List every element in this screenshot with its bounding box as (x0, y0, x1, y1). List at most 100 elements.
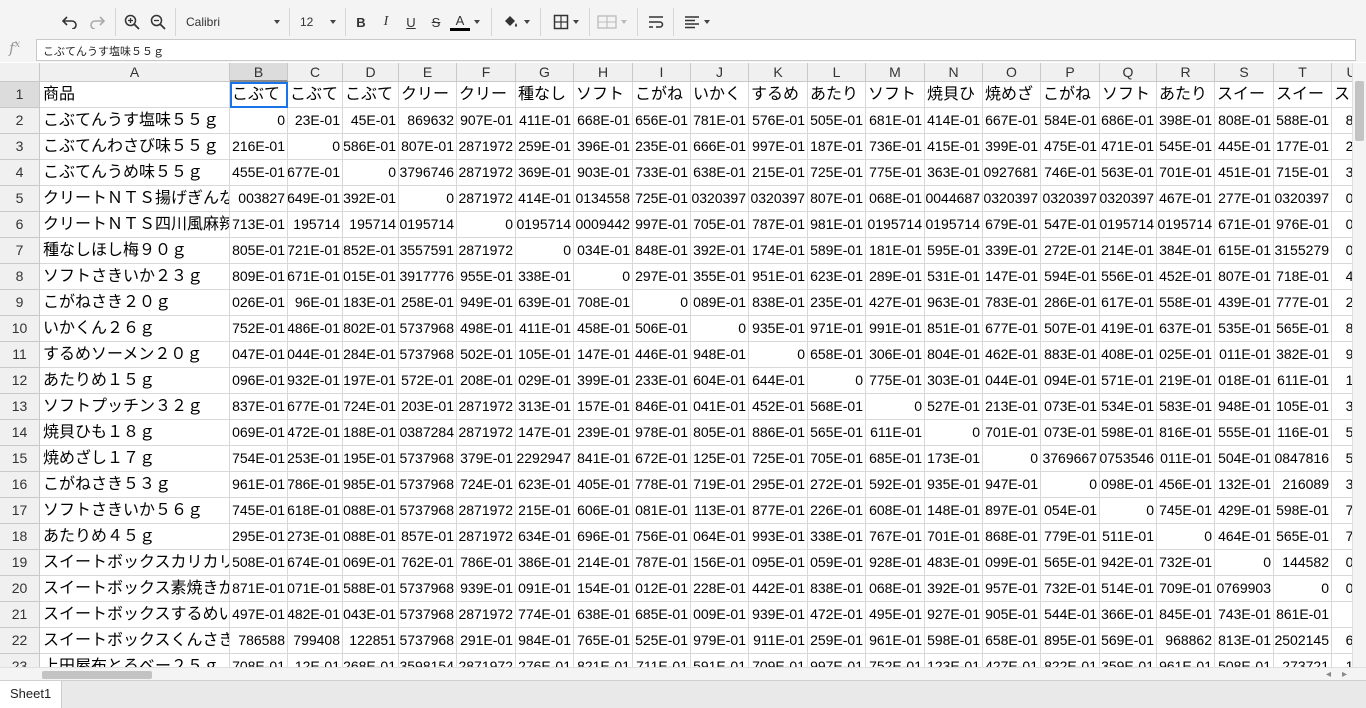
cell[interactable]: 195714 (343, 212, 399, 238)
cell[interactable]: 674E-01 (288, 550, 343, 576)
cell[interactable]: 799408 (288, 628, 343, 654)
cell[interactable]: 195714 (288, 212, 343, 238)
cell[interactable]: 411E-01 (516, 108, 574, 134)
cell[interactable] (1332, 602, 1352, 628)
cell[interactable]: クリー (457, 82, 516, 108)
cell[interactable]: 003827 (230, 186, 288, 212)
cell[interactable]: 113E-01 (691, 498, 749, 524)
cell[interactable]: 195E-01 (343, 446, 399, 472)
row-header[interactable]: 3 (0, 134, 40, 160)
zoom-in-icon[interactable] (120, 10, 144, 34)
cell[interactable]: 886E-01 (749, 420, 808, 446)
cell[interactable]: 583E-01 (1157, 394, 1215, 420)
cell[interactable]: スイー (1274, 82, 1332, 108)
cell[interactable]: いかく (691, 82, 749, 108)
cell[interactable]: 019 (1332, 212, 1352, 238)
cell[interactable]: 756 (1332, 498, 1352, 524)
cell[interactable]: 295E-01 (749, 472, 808, 498)
cell[interactable]: 671E-01 (1215, 212, 1274, 238)
cell[interactable]: 116E-01 (1274, 420, 1332, 446)
column-header[interactable]: P (1041, 63, 1100, 82)
cell[interactable]: 482E-01 (288, 602, 343, 628)
cell[interactable]: 527E-01 (925, 394, 983, 420)
cell[interactable]: 594E-01 (1041, 264, 1100, 290)
cell[interactable]: 976E-01 (1274, 212, 1332, 238)
cell[interactable]: 0320397 (1041, 186, 1100, 212)
cell[interactable]: 392E-01 (925, 576, 983, 602)
cell[interactable]: 0 (1274, 576, 1332, 602)
cell[interactable]: 765E-01 (574, 628, 633, 654)
cell[interactable]: 471E-01 (1100, 134, 1157, 160)
cell[interactable]: 752E-01 (230, 316, 288, 342)
cell[interactable]: 935E-01 (749, 316, 808, 342)
cell[interactable]: 216089 (1274, 472, 1332, 498)
cell[interactable]: 253E-01 (288, 446, 343, 472)
row-header[interactable]: 21 (0, 602, 40, 628)
cell[interactable]: 0769903 (1215, 576, 1274, 602)
cell[interactable]: 598E-01 (925, 628, 983, 654)
cell[interactable]: 0 (288, 134, 343, 160)
cell[interactable]: 844 (1332, 108, 1352, 134)
cell[interactable]: 339E-01 (983, 238, 1041, 264)
cell[interactable]: 0320397 (983, 186, 1041, 212)
cell[interactable]: 011E-01 (1157, 446, 1215, 472)
undo-icon[interactable] (58, 10, 82, 34)
cell[interactable]: 414E-01 (516, 186, 574, 212)
row-header[interactable]: 14 (0, 420, 40, 446)
cell[interactable]: 701E-01 (925, 524, 983, 550)
cell[interactable]: 718E-01 (1274, 264, 1332, 290)
cell[interactable]: 0 (230, 108, 288, 134)
cell[interactable]: 758 (1332, 524, 1352, 550)
cell[interactable]: 505E-01 (808, 108, 866, 134)
font-name-select[interactable]: Calibri (180, 10, 286, 34)
cell[interactable]: 455E-01 (230, 160, 288, 186)
cell[interactable]: 焼貝ひも１８ｇ (40, 420, 230, 446)
row-header[interactable]: 10 (0, 316, 40, 342)
cell[interactable]: 677E-01 (288, 394, 343, 420)
cell[interactable]: 611E-01 (1274, 368, 1332, 394)
cell[interactable]: 837E-01 (230, 394, 288, 420)
cell[interactable]: 095E-01 (749, 550, 808, 576)
cell[interactable]: 276E-01 (516, 654, 574, 667)
column-header[interactable]: N (925, 63, 983, 82)
cell[interactable]: 2871972 (457, 654, 516, 667)
cell[interactable]: 696E-01 (574, 524, 633, 550)
cell[interactable]: 366E-01 (1100, 602, 1157, 628)
cell[interactable]: 721E-01 (288, 238, 343, 264)
cell[interactable]: 272E-01 (808, 472, 866, 498)
cell[interactable]: 041E-01 (691, 394, 749, 420)
cell[interactable]: 273E-01 (288, 524, 343, 550)
cell[interactable]: 384E-01 (1157, 238, 1215, 264)
cell[interactable]: 617E-01 (1100, 290, 1157, 316)
cell[interactable]: 258E-01 (399, 290, 457, 316)
cell[interactable]: 0 (983, 446, 1041, 472)
cell[interactable]: 462E-01 (983, 342, 1041, 368)
redo-icon[interactable] (85, 10, 109, 34)
row-header[interactable]: 8 (0, 264, 40, 290)
cell[interactable]: 588E-01 (343, 576, 399, 602)
cell[interactable]: 686E-01 (1100, 108, 1157, 134)
row-header[interactable]: 13 (0, 394, 40, 420)
cell[interactable]: 228E-01 (691, 576, 749, 602)
cell[interactable]: 173E-01 (925, 446, 983, 472)
cell[interactable]: 073E-01 (1041, 420, 1100, 446)
cell[interactable]: 807E-01 (1215, 264, 1274, 290)
cell[interactable]: 637E-01 (1157, 316, 1215, 342)
cell[interactable]: 639E-01 (516, 290, 574, 316)
cell[interactable]: 419E-01 (1100, 316, 1157, 342)
cell[interactable]: 081E-01 (633, 498, 691, 524)
cell[interactable]: 5737968 (399, 602, 457, 628)
cell[interactable]: 157E-01 (574, 394, 633, 420)
cell[interactable]: 452E-01 (749, 394, 808, 420)
cell[interactable]: 2871972 (457, 524, 516, 550)
cell[interactable]: するめ (749, 82, 808, 108)
cell[interactable]: 725E-01 (808, 160, 866, 186)
cell[interactable]: 961E-01 (1157, 654, 1215, 667)
cell[interactable]: 932E-01 (288, 368, 343, 394)
cell[interactable]: 044E-01 (288, 342, 343, 368)
cell[interactable]: 786E-01 (288, 472, 343, 498)
cell[interactable]: 565E-01 (1041, 550, 1100, 576)
cell[interactable]: 098E-01 (1100, 472, 1157, 498)
cell[interactable]: 589E-01 (808, 238, 866, 264)
cell[interactable]: 種なしほし梅９０ｇ (40, 238, 230, 264)
